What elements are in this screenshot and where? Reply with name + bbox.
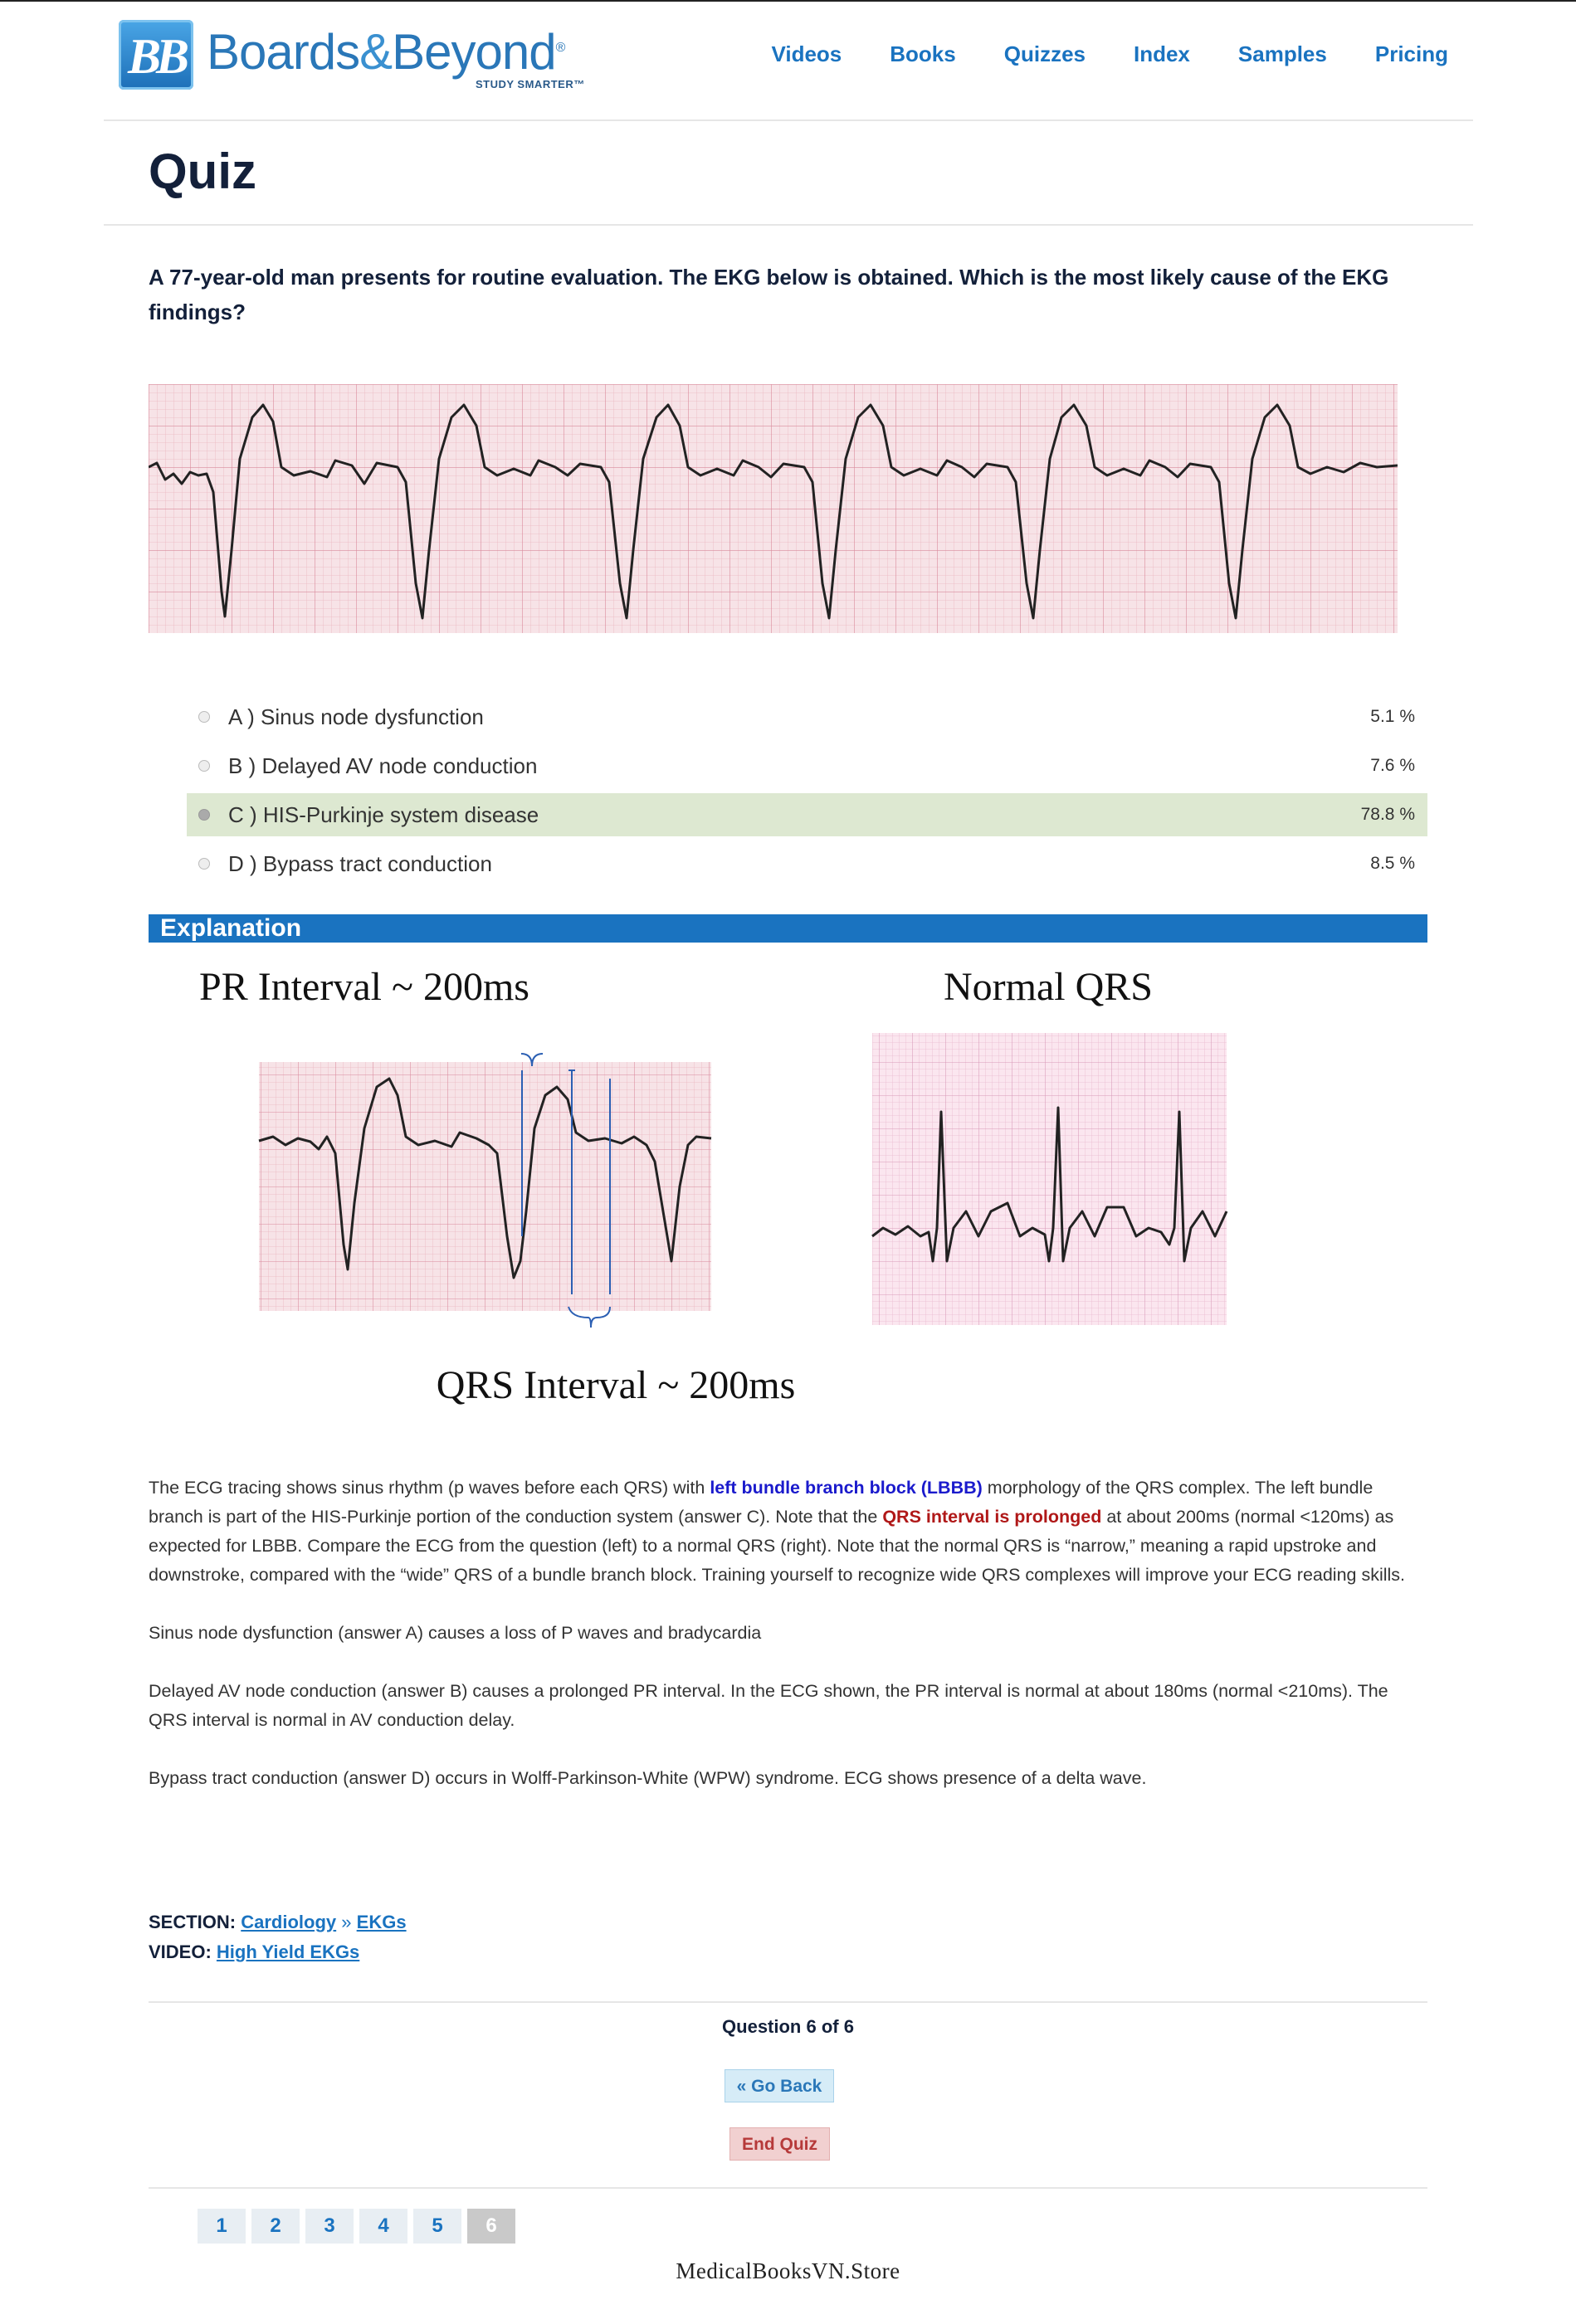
answer-percentage: 5.1 % — [1370, 707, 1415, 726]
explanation-paragraph: Delayed AV node conduction (answer B) ca… — [149, 1681, 1388, 1730]
radio-button-c[interactable] — [198, 809, 210, 821]
video-link[interactable]: High Yield EKGs — [217, 1942, 359, 1962]
nav-index[interactable]: Index — [1134, 41, 1190, 67]
page-button-5[interactable]: 5 — [413, 2209, 461, 2244]
page-button-4[interactable]: 4 — [359, 2209, 407, 2244]
pr-interval-label: PR Interval ~ 200ms — [199, 965, 529, 1009]
answer-label: C ) HIS-Purkinje system disease — [228, 801, 539, 827]
page-button-2[interactable]: 2 — [251, 2209, 300, 2244]
nav-videos[interactable]: Videos — [771, 41, 842, 67]
answer-percentage: 8.5 % — [1370, 854, 1415, 873]
answer-percentage: 7.6 % — [1370, 756, 1415, 775]
explanation-paragraph: Sinus node dysfunction (answer A) causes… — [149, 1623, 762, 1643]
question-ekg-image — [149, 384, 1398, 633]
page-title: Quiz — [149, 144, 256, 199]
nav-pricing[interactable]: Pricing — [1375, 41, 1448, 67]
answer-percentage: 78.8 % — [1360, 805, 1415, 824]
brand-logo-badge: BB — [119, 20, 193, 90]
nav-quizzes[interactable]: Quizzes — [1004, 41, 1086, 67]
answer-option-a[interactable]: A ) Sinus node dysfunction 5.1 % — [187, 695, 1427, 738]
answer-label: A ) Sinus node dysfunction — [228, 704, 484, 729]
radio-button-d[interactable] — [198, 858, 210, 870]
answer-option-b[interactable]: B ) Delayed AV node conduction 7.6 % — [187, 744, 1427, 787]
explanation-text: The ECG tracing shows sinus rhythm (p wa… — [149, 1474, 1431, 1822]
brand-logo-badge-letters: BB — [127, 29, 189, 84]
lbbb-ekg-strip — [258, 1062, 712, 1311]
brand-name: Boards&Beyond® — [207, 24, 565, 80]
brand-logo[interactable]: BB Boards&Beyond® STUDY SMARTER™ — [119, 20, 617, 100]
footer-watermark: MedicalBooksVN.Store — [676, 2258, 900, 2283]
explanation-paragraph: Bypass tract conduction (answer D) occur… — [149, 1768, 1147, 1788]
page-button-1[interactable]: 1 — [198, 2209, 246, 2244]
end-quiz-button[interactable]: End Quiz — [729, 2127, 830, 2161]
radio-button-b[interactable] — [198, 760, 210, 772]
main-nav: Videos Books Quizzes Index Samples Prici… — [723, 41, 1448, 67]
explanation-heading-bar: Explanation — [149, 914, 1427, 943]
highlight-qrs-prolonged: QRS interval is prolonged — [882, 1507, 1102, 1527]
explanation-paragraph: The ECG tracing shows sinus rhythm (p wa… — [149, 1478, 1406, 1585]
normal-ekg-strip — [871, 1033, 1228, 1325]
brand-tagline: STUDY SMARTER™ — [476, 78, 585, 90]
answer-label: B ) Delayed AV node conduction — [228, 753, 538, 778]
highlight-lbbb: left bundle branch block (LBBB) — [710, 1478, 983, 1498]
question-meta: SECTION: Cardiology » EKGs VIDEO: High Y… — [149, 1907, 407, 1967]
radio-button-a[interactable] — [198, 711, 210, 723]
qrs-interval-label: QRS Interval ~ 200ms — [437, 1363, 796, 1407]
video-line: VIDEO: High Yield EKGs — [149, 1942, 360, 1962]
divider — [149, 2187, 1427, 2189]
question-stem: A 77-year-old man presents for routine e… — [149, 265, 1389, 324]
question-pagination: 1 2 3 4 5 6 — [198, 2209, 521, 2244]
nav-samples[interactable]: Samples — [1238, 41, 1327, 67]
answer-option-d[interactable]: D ) Bypass tract conduction 8.5 % — [187, 842, 1427, 885]
answer-label: D ) Bypass tract conduction — [228, 850, 492, 876]
answer-list: A ) Sinus node dysfunction 5.1 % B ) Del… — [187, 695, 1427, 891]
go-back-button[interactable]: « Go Back — [725, 2069, 834, 2102]
explanation-heading: Explanation — [160, 914, 302, 942]
nav-books[interactable]: Books — [890, 41, 955, 67]
site-header: BB Boards&Beyond® STUDY SMARTER™ Videos … — [104, 2, 1473, 121]
question-counter: Question 6 of 6 — [722, 2016, 854, 2037]
answer-option-c[interactable]: C ) HIS-Purkinje system disease 78.8 % — [187, 793, 1427, 836]
page-button-6-current[interactable]: 6 — [467, 2209, 515, 2244]
explanation-figure: PR Interval ~ 200ms QRS Interval ~ 200ms… — [199, 965, 1228, 1407]
divider — [104, 224, 1473, 226]
section-line: SECTION: Cardiology » EKGs — [149, 1912, 407, 1932]
section-link-cardiology[interactable]: Cardiology — [241, 1912, 336, 1932]
page-button-3[interactable]: 3 — [305, 2209, 354, 2244]
divider — [149, 2001, 1427, 2003]
section-link-ekgs[interactable]: EKGs — [357, 1912, 407, 1932]
normal-qrs-label: Normal QRS — [944, 965, 1153, 1009]
